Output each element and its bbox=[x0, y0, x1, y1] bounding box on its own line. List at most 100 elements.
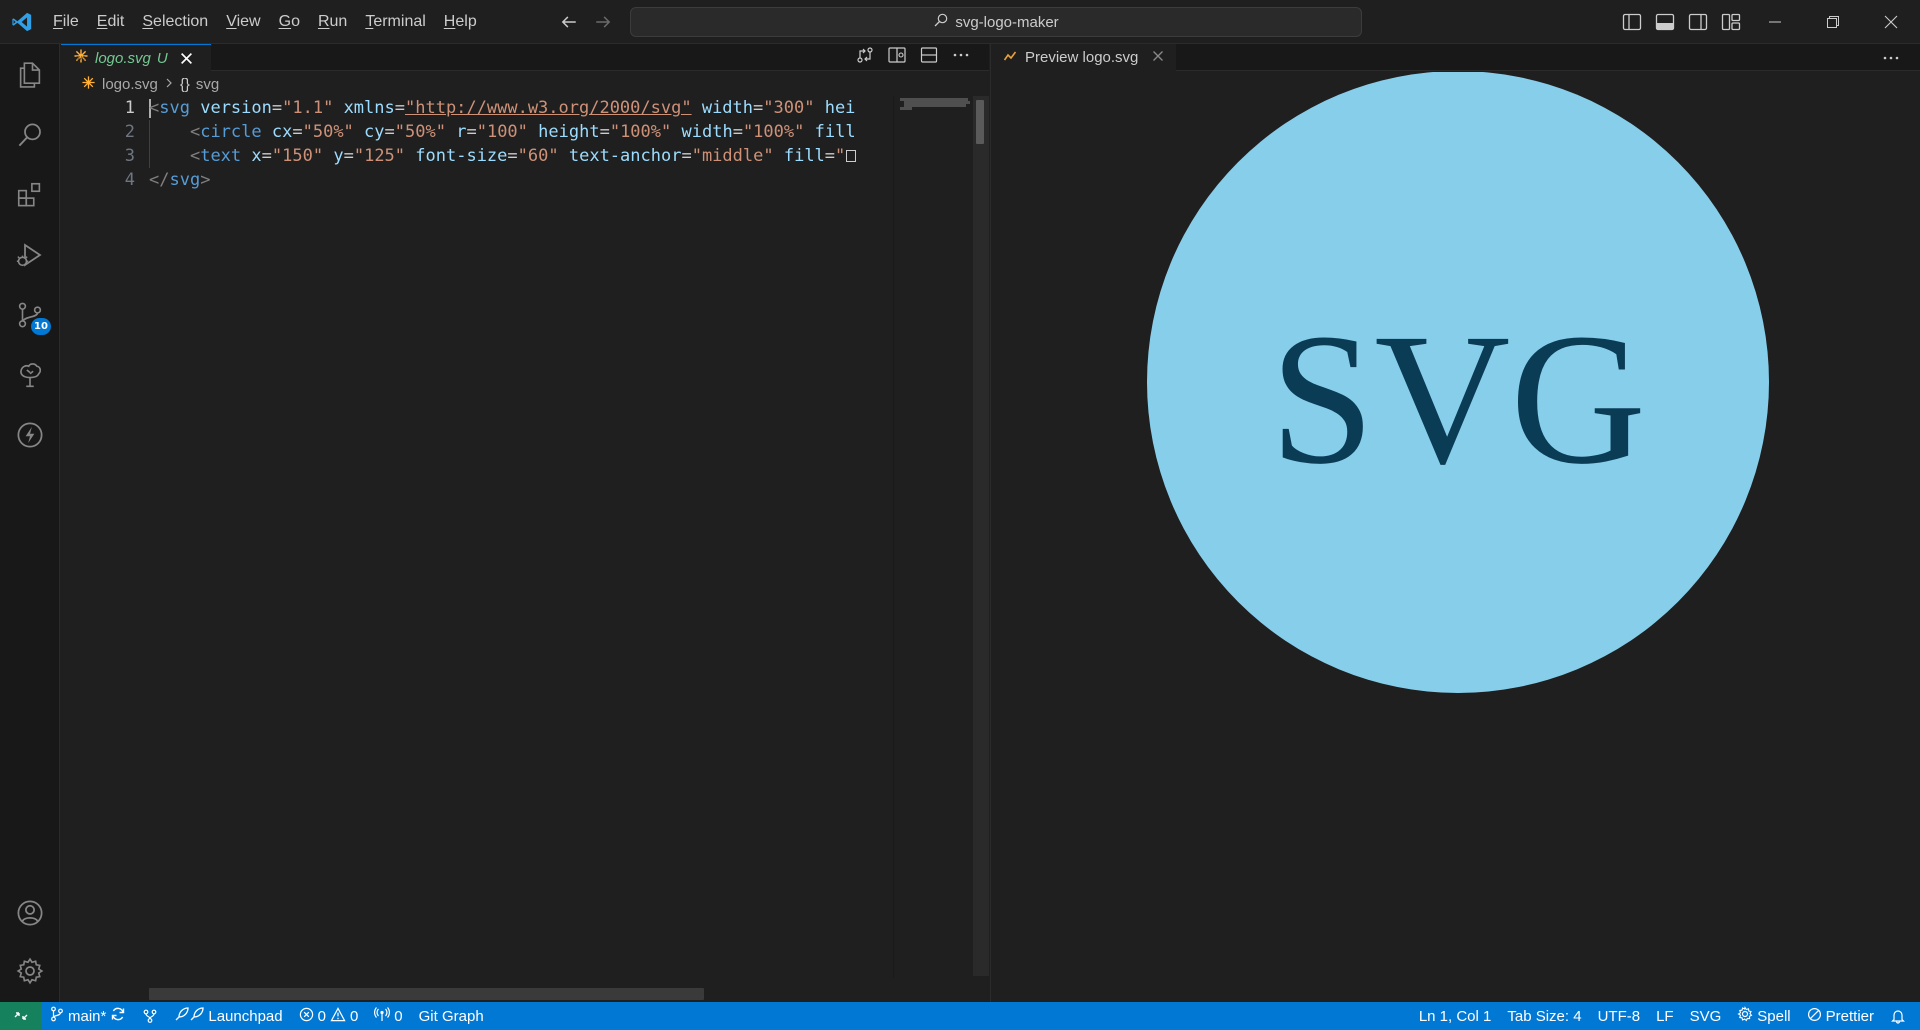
breadcrumb-symbol[interactable]: svg bbox=[196, 76, 219, 93]
source-control-icon[interactable]: 10 bbox=[0, 286, 60, 344]
toggle-primary-sidebar-icon[interactable] bbox=[1620, 10, 1644, 34]
error-count: 0 bbox=[317, 1007, 326, 1025]
workspace-name: svg-logo-maker bbox=[955, 13, 1059, 31]
code-line: <svg version="1.1" xmlns="http://www.w3.… bbox=[149, 98, 856, 118]
go-back-icon[interactable] bbox=[556, 9, 582, 35]
menu-bar: File Edit Selection View Go Run Terminal… bbox=[44, 0, 486, 44]
close-window-icon[interactable] bbox=[1862, 0, 1920, 44]
lightning-icon[interactable] bbox=[0, 406, 60, 464]
more-actions-icon[interactable] bbox=[951, 45, 971, 70]
split-editor-icon[interactable] bbox=[919, 45, 939, 70]
git-tree-icon[interactable] bbox=[0, 346, 60, 404]
line-number: 3 bbox=[124, 146, 135, 166]
broadcast-icon bbox=[374, 1006, 391, 1026]
editor-actions bbox=[855, 44, 971, 71]
menu-selection[interactable]: Selection bbox=[133, 7, 217, 37]
language-mode[interactable]: SVG bbox=[1682, 1002, 1730, 1030]
git-graph-status[interactable]: Git Graph bbox=[411, 1002, 492, 1030]
spell-status[interactable]: Spell bbox=[1729, 1002, 1798, 1030]
encoding[interactable]: UTF-8 bbox=[1590, 1002, 1649, 1030]
search-icon bbox=[933, 12, 949, 32]
chevron-right-icon bbox=[164, 76, 174, 93]
open-changes-icon[interactable] bbox=[855, 45, 875, 70]
svg-preview-canvas: SVG bbox=[991, 71, 1920, 1002]
launchpad-label: Launchpad bbox=[208, 1007, 283, 1025]
more-actions-icon[interactable] bbox=[1881, 44, 1901, 71]
ports-count: 0 bbox=[394, 1007, 403, 1025]
status-bar-right: Ln 1, Col 1 Tab Size: 4 UTF-8 LF SVG Spe… bbox=[1411, 1002, 1920, 1030]
restore-icon[interactable] bbox=[1804, 0, 1862, 44]
explorer-icon[interactable] bbox=[0, 46, 60, 104]
run-debug-icon[interactable] bbox=[0, 226, 60, 284]
menu-terminal[interactable]: Terminal bbox=[356, 7, 434, 37]
end-of-line[interactable]: LF bbox=[1648, 1002, 1682, 1030]
menu-help[interactable]: Help bbox=[435, 7, 486, 37]
minimize-icon[interactable] bbox=[1746, 0, 1804, 44]
vertical-scrollbar[interactable] bbox=[973, 96, 989, 976]
navigation-arrows bbox=[556, 0, 616, 44]
warning-count: 0 bbox=[349, 1007, 359, 1025]
menu-go[interactable]: Go bbox=[270, 7, 309, 37]
error-icon bbox=[299, 1007, 314, 1026]
account-icon[interactable] bbox=[0, 884, 60, 942]
notifications-bell-icon[interactable] bbox=[1882, 1002, 1920, 1030]
close-icon[interactable] bbox=[1152, 49, 1164, 66]
symbol-icon: {} bbox=[179, 75, 190, 93]
svg-file-icon bbox=[81, 75, 96, 94]
prettier-disabled-icon bbox=[1807, 1007, 1822, 1026]
color-swatch-icon[interactable] bbox=[846, 150, 857, 162]
line-number: 1 bbox=[124, 98, 135, 118]
branch-status[interactable]: main* bbox=[42, 1002, 134, 1030]
tab-logo-svg[interactable]: SVG logo.svg U bbox=[61, 44, 211, 71]
editor-group: SVG logo.svg U logo.svg {} svg 1 2 3 4 <… bbox=[61, 44, 989, 1002]
menu-view[interactable]: View bbox=[217, 7, 269, 37]
toggle-panel-icon[interactable] bbox=[1653, 10, 1677, 34]
minimap[interactable] bbox=[893, 96, 973, 978]
branch-name: main* bbox=[68, 1007, 107, 1025]
logo-text: SVG bbox=[1270, 294, 1646, 503]
launchpad-status[interactable]: Launchpad bbox=[166, 1002, 290, 1030]
menu-file[interactable]: File bbox=[44, 7, 88, 37]
tab-label: logo.svg bbox=[95, 49, 151, 67]
rocket-icon bbox=[174, 1006, 205, 1026]
menu-edit[interactable]: Edit bbox=[88, 7, 134, 37]
git-graph-toggle-icon[interactable] bbox=[134, 1002, 166, 1030]
toggle-secondary-sidebar-icon[interactable] bbox=[1686, 10, 1710, 34]
layout-controls bbox=[1620, 0, 1743, 44]
prettier-label: Prettier bbox=[1825, 1007, 1874, 1025]
code-editor[interactable]: 1 2 3 4 <svg version="1.1" xmlns="http:/… bbox=[61, 96, 893, 978]
extensions-icon[interactable] bbox=[0, 166, 60, 224]
svg-preview: SVG bbox=[1147, 71, 1769, 693]
cursor-position[interactable]: Ln 1, Col 1 bbox=[1411, 1002, 1500, 1030]
remote-indicator-icon[interactable] bbox=[0, 1002, 42, 1030]
status-bar: main* Launchpad 0 0 0 Git Graph Ln 1, Co… bbox=[0, 1002, 1920, 1030]
close-icon[interactable] bbox=[178, 49, 196, 67]
code-line: <circle cx="50%" cy="50%" r="100" height… bbox=[149, 120, 893, 144]
go-forward-icon[interactable] bbox=[590, 9, 616, 35]
ports-status[interactable]: 0 bbox=[366, 1002, 410, 1030]
sync-icon[interactable] bbox=[110, 1006, 126, 1026]
problems-status[interactable]: 0 0 bbox=[291, 1002, 367, 1030]
tab-preview-logo-svg[interactable]: Preview logo.svg bbox=[991, 44, 1176, 71]
line-number: 4 bbox=[124, 170, 135, 190]
horizontal-scrollbar-thumb[interactable] bbox=[149, 988, 704, 1000]
code-lines: <svg version="1.1" xmlns="http://www.w3.… bbox=[149, 96, 893, 192]
source-control-badge: 10 bbox=[31, 318, 51, 335]
branch-icon bbox=[50, 1006, 64, 1026]
tab-size[interactable]: Tab Size: 4 bbox=[1499, 1002, 1589, 1030]
breadcrumb-file[interactable]: logo.svg bbox=[102, 76, 158, 93]
menu-run[interactable]: Run bbox=[309, 7, 356, 37]
spell-label: Spell bbox=[1757, 1007, 1791, 1025]
open-preview-side-icon[interactable] bbox=[887, 45, 907, 70]
command-center-search[interactable]: svg-logo-maker bbox=[630, 7, 1362, 37]
warning-icon bbox=[330, 1006, 346, 1026]
preview-tabs: Preview logo.svg bbox=[991, 44, 1920, 71]
prettier-status[interactable]: Prettier bbox=[1799, 1002, 1882, 1030]
preview-tab-label: Preview logo.svg bbox=[1025, 49, 1139, 66]
customize-layout-icon[interactable] bbox=[1719, 10, 1743, 34]
search-icon[interactable] bbox=[0, 106, 60, 164]
preview-group: Preview logo.svg SVG bbox=[990, 44, 1920, 1002]
gear-icon[interactable] bbox=[0, 942, 60, 1000]
vertical-scrollbar-thumb[interactable] bbox=[976, 100, 984, 144]
tab-git-status: U bbox=[156, 49, 168, 67]
